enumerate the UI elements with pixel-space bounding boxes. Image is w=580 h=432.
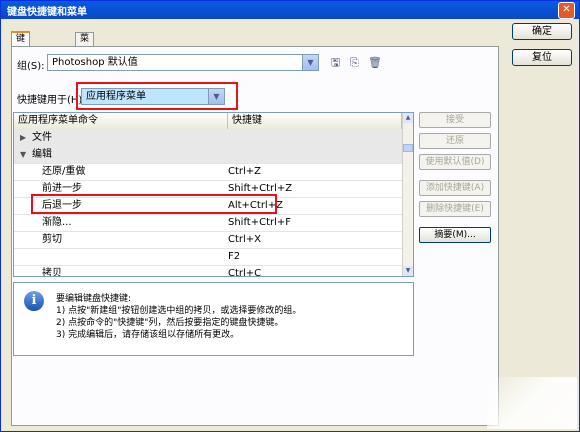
highlight-annotation-box [31, 194, 277, 214]
chevron-down-icon[interactable]: ▼ [302, 55, 318, 70]
save-as-icon[interactable]: ⎘ [348, 56, 361, 69]
add-shortcut-button[interactable]: 添加快捷键(A) [419, 180, 491, 196]
row-command: 还原/重做 [42, 166, 86, 177]
reset-button[interactable]: 复位 [512, 49, 572, 66]
keyboard-shortcuts-dialog: 键盘快捷键和菜单 ✕ 键盘快捷键 菜单 组(S): Photoshop 默认值 … [0, 0, 580, 432]
highlight-annotation-box [76, 82, 238, 110]
row-command: 编辑 [32, 149, 52, 160]
close-button[interactable]: ✕ [558, 2, 575, 19]
table-row-group-edit[interactable]: ▼ 编辑 [14, 146, 402, 164]
table-row[interactable]: F2 [14, 248, 402, 266]
column-header-command[interactable]: 应用程序菜单命令 [14, 113, 228, 129]
table-row[interactable]: 还原/重做 Ctrl+Z [14, 163, 402, 181]
info-line: 3) 完成编辑后，请存储该组以存储所有更改。 [56, 330, 240, 340]
table-row[interactable]: 渐隐... Shift+Ctrl+F [14, 214, 402, 232]
undo-button[interactable]: 还原 [419, 133, 491, 149]
collapse-arrow-icon[interactable]: ▼ [20, 146, 26, 163]
row-shortcut[interactable]: Ctrl+Z [228, 163, 261, 180]
row-shortcut[interactable]: Ctrl+X [228, 231, 261, 248]
row-shortcut[interactable]: Shift+Ctrl+F [228, 214, 291, 231]
title-bar[interactable]: 键盘快捷键和菜单 ✕ [1, 1, 579, 19]
summary-button[interactable]: 摘要(M)... [419, 227, 491, 243]
row-shortcut[interactable]: Ctrl+C [228, 265, 261, 276]
table-row[interactable]: 拷贝 Ctrl+C [14, 265, 402, 277]
delete-icon[interactable]: 🗑 [368, 56, 382, 69]
column-header-shortcut[interactable]: 快捷键 [228, 113, 402, 129]
delete-shortcut-button[interactable]: 删除快捷键(E) [419, 201, 491, 217]
group-select[interactable]: Photoshop 默认值 ▼ [47, 54, 319, 71]
window-title: 键盘快捷键和菜单 [7, 7, 87, 18]
row-command: 拷贝 [42, 268, 62, 277]
watermark-fade [487, 377, 577, 429]
row-shortcut[interactable]: F2 [228, 248, 240, 265]
row-command: 文件 [32, 132, 52, 143]
scroll-up-icon[interactable]: ▲ [403, 113, 413, 123]
info-box: i 要编辑键盘快捷键: 1) 点按"新建组"按钮创建选中组的拷贝，或选择要修改的… [13, 282, 414, 356]
row-command: 渐隐... [42, 217, 72, 228]
table-row-group-file[interactable]: ▶ 文件 [14, 129, 402, 147]
save-icon[interactable]: 🖫 [329, 56, 342, 69]
group-select-value: Photoshop 默认值 [52, 57, 138, 68]
group-label: 组(S): [17, 61, 45, 72]
table-scrollbar[interactable]: ▲ ▼ [402, 113, 413, 276]
accept-button[interactable]: 接受 [419, 112, 491, 128]
table-header: 应用程序菜单命令 快捷键 [14, 113, 402, 130]
ok-button[interactable]: 确定 [512, 23, 572, 40]
info-icon: i [24, 291, 44, 311]
row-command: 剪切 [42, 234, 62, 245]
scroll-down-icon[interactable]: ▼ [403, 266, 413, 276]
use-default-button[interactable]: 使用默认值(D) [419, 154, 491, 170]
expand-arrow-icon[interactable]: ▶ [20, 129, 26, 146]
scroll-thumb[interactable] [403, 144, 413, 152]
tab-menus[interactable]: 菜单 [75, 32, 95, 57]
table-row[interactable]: 剪切 Ctrl+X [14, 231, 402, 249]
